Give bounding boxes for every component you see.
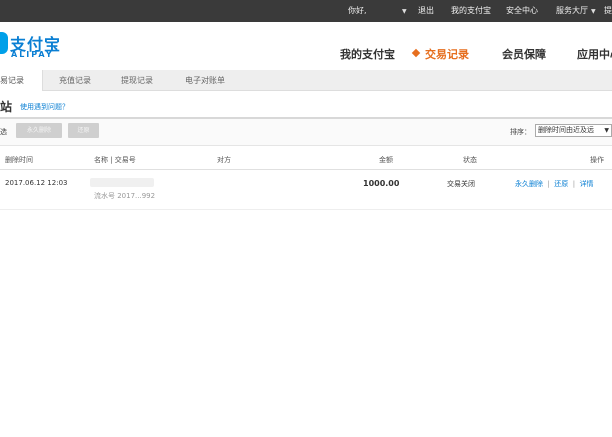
active-nav-marker-icon xyxy=(411,48,421,58)
row-delete-time: 2017.06.12 12:03 xyxy=(5,179,68,187)
header-counterparty: 对方 xyxy=(217,156,231,164)
logout-link[interactable]: 退出 xyxy=(418,5,434,17)
dropdown-arrow-icon[interactable]: ▼ xyxy=(402,6,407,18)
sub-tab-bar xyxy=(0,70,612,91)
chevron-down-icon: ▼ xyxy=(604,127,609,134)
header-name-tradeno: 名称 | 交易号 xyxy=(94,156,136,164)
restore-button[interactable]: 还原 xyxy=(68,123,99,138)
select-all-label[interactable]: 全选 xyxy=(0,127,7,137)
delete-forever-link[interactable]: 永久删除 xyxy=(515,180,543,188)
nav-my-alipay[interactable]: 我的支付宝 xyxy=(340,46,395,62)
row-status: 交易关闭 xyxy=(447,180,475,188)
nav-transactions[interactable]: 交易记录 xyxy=(425,46,469,62)
nav-app-center[interactable]: 应用中心 xyxy=(577,46,612,62)
security-center-link[interactable]: 安全中心 xyxy=(506,5,538,17)
restore-link[interactable]: 还原 xyxy=(554,180,568,188)
row-actions: 永久删除 | 还原 | 详情 xyxy=(515,180,594,188)
top-bar: 你好, ▼ 退出 我的支付宝 安全中心 服务大厅 ▼ 提 xyxy=(0,0,612,22)
sort-select-value: 删除时间由近及远 xyxy=(538,126,594,134)
details-link[interactable]: 详情 xyxy=(580,180,594,188)
sort-label: 排序： xyxy=(510,128,531,136)
topbar-extra-link[interactable]: 提 xyxy=(604,5,612,17)
tab-withdraw-records[interactable]: 提现记录 xyxy=(121,70,153,91)
alipay-logo-icon[interactable] xyxy=(0,32,8,54)
tab-recharge-records[interactable]: 充值记录 xyxy=(59,70,91,91)
my-alipay-link[interactable]: 我的支付宝 xyxy=(451,5,491,17)
header-amount: 金额 xyxy=(379,156,393,164)
service-dropdown-icon[interactable]: ▼ xyxy=(591,6,596,18)
row-amount: 1000.00 xyxy=(363,179,400,188)
row-serial-number: 流水号 2017...992 xyxy=(94,192,156,200)
table-header xyxy=(0,147,612,170)
header-status: 状态 xyxy=(463,156,477,164)
header-delete-time: 删除时间 xyxy=(5,156,33,164)
tab-transaction-records[interactable]: 交易记录 xyxy=(0,70,43,91)
greeting-text: 你好, xyxy=(348,6,367,15)
delete-forever-button[interactable]: 永久删除 xyxy=(16,123,62,138)
table-row xyxy=(0,170,612,210)
service-hall-link[interactable]: 服务大厅 xyxy=(556,5,588,17)
nav-member-protection[interactable]: 会员保障 xyxy=(502,46,546,62)
help-link[interactable]: 使用遇到问题？ xyxy=(20,102,69,112)
row-name-blurred xyxy=(90,178,154,187)
header-actions: 操作 xyxy=(590,156,604,164)
sort-select[interactable]: 删除时间由近及远 ▼ xyxy=(535,124,612,137)
tab-e-statement[interactable]: 电子对账单 xyxy=(185,70,225,91)
page-title: 收站 xyxy=(0,100,13,114)
logo-text-en: ALIPAY xyxy=(11,50,54,59)
